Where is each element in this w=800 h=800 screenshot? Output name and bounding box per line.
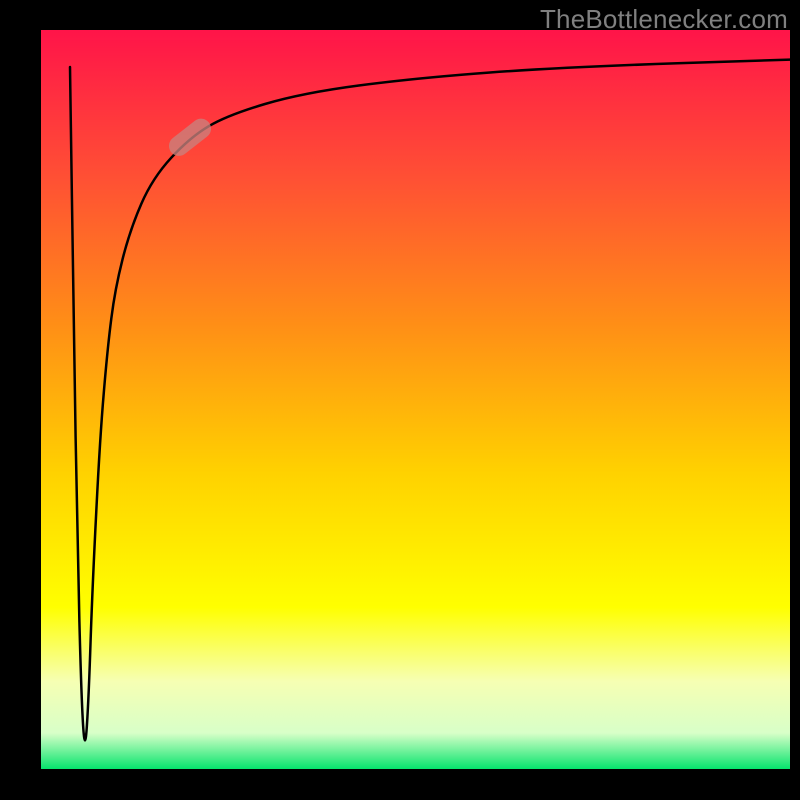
watermark-text: TheBottlenecker.com [540,4,788,35]
plot-area [40,30,790,770]
bottleneck-chart [0,0,800,800]
chart-stage: TheBottlenecker.com [0,0,800,800]
